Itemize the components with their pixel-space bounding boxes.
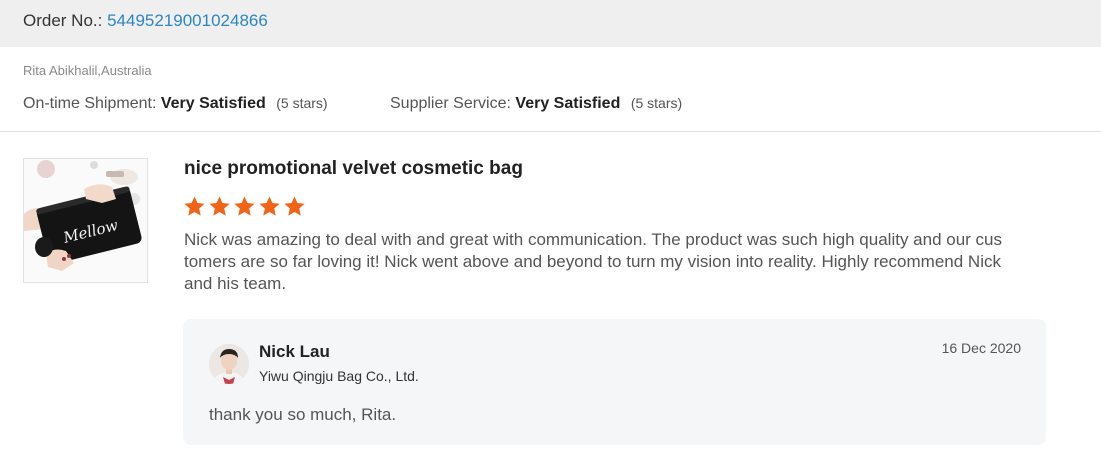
section-divider <box>0 131 1101 132</box>
star-icon <box>284 196 305 216</box>
star-icon <box>209 196 230 216</box>
review-star-rating <box>183 195 306 219</box>
user-avatar-icon <box>209 344 249 384</box>
supplier-reply: Nick Lau Yiwu Qingju Bag Co., Ltd. 16 De… <box>183 319 1046 445</box>
order-number-line: Order No.: 54495219001024866 <box>23 11 268 31</box>
buyer-name-location: Rita Abikhalil,Australia <box>23 63 152 78</box>
supplier-service-rating: Supplier Service: Very Satisfied (5 star… <box>390 93 682 114</box>
rating-stars-text: (5 stars) <box>630 95 683 111</box>
reply-date: 16 Dec 2020 <box>941 340 1021 356</box>
on-time-shipment-rating: On-time Shipment: Very Satisfied (5 star… <box>23 93 328 114</box>
reply-message: thank you so much, Rita. <box>209 405 397 424</box>
star-icon <box>234 196 255 216</box>
order-header-bar: Order No.: 54495219001024866 <box>0 0 1101 47</box>
rating-value: Very Satisfied <box>160 95 266 112</box>
star-icon <box>259 196 280 216</box>
order-number-link[interactable]: 54495219001024866 <box>107 11 268 30</box>
product-thumbnail[interactable]: Mellow <box>23 158 148 283</box>
rating-label: On-time Shipment: <box>23 95 157 112</box>
rating-label: Supplier Service: <box>390 95 511 112</box>
star-icon <box>184 196 205 216</box>
reply-author-name: Nick Lau <box>259 342 330 361</box>
order-number-label: Order No.: <box>23 11 103 30</box>
product-photo-icon: Mellow <box>24 159 147 282</box>
review-body-text: Nick was amazing to deal with and great … <box>184 230 1003 293</box>
rating-value: Very Satisfied <box>515 95 621 112</box>
reply-company-name: Yiwu Qingju Bag Co., Ltd. <box>259 368 419 384</box>
rating-stars-text: (5 stars) <box>276 95 328 111</box>
review-product-title: nice promotional velvet cosmetic bag <box>184 158 523 179</box>
